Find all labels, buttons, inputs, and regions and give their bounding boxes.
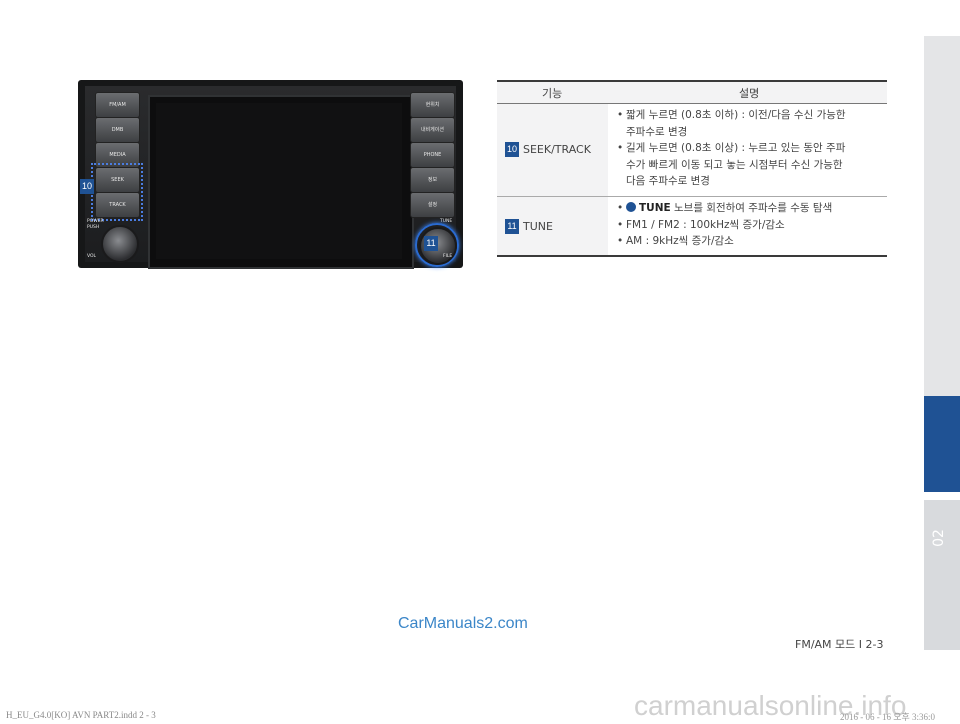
badge-10: 10 [80, 179, 94, 194]
feature-name: TUNE [523, 220, 553, 233]
list-item: FM1 / FM2 : 100kHz씩 증가/감소 [617, 217, 887, 234]
list-item: AM : 9kHz씩 증가/감소 [617, 233, 887, 250]
table-row: 11 TUNE TUNE 노브를 회전하여 주파수를 수동 탐색 FM1 / F… [497, 197, 887, 257]
feature-tune: 11 TUNE [505, 219, 553, 234]
list-item: 길게 누르면 (0.8초 이상) : 누르고 있는 동안 주파 수가 빠르게 이… [617, 140, 887, 190]
watermark: CarManuals2.com [398, 615, 528, 632]
print-file-info: H_EU_G4.0[KO] AVN PART2.indd 2 - 3 [6, 710, 156, 720]
badge-11: 11 [424, 236, 438, 251]
badge-11: 11 [505, 219, 519, 234]
head-unit-illustration: FM/AM DMB MEDIA SEEK TRACK 10 POWER PUSH… [78, 80, 463, 269]
settings-button: 설정 [410, 192, 455, 218]
dmb-button: DMB [95, 117, 140, 143]
badge-10: 10 [505, 142, 519, 157]
description-seek-track: 짧게 누르면 (0.8초 이하) : 이전/다음 수신 가능한 주파수로 변경 … [617, 107, 887, 190]
table-header: 기능 설명 [497, 80, 887, 104]
power-knob [101, 225, 139, 263]
feature-seek-track: 10 SEEK/TRACK [505, 142, 591, 157]
file-label: FILE [443, 254, 453, 259]
header-description: 설명 [739, 87, 760, 100]
tune-knob-icon [626, 202, 636, 212]
side-tab-active [924, 396, 960, 492]
navigation-button: 내비게이션 [410, 117, 455, 143]
side-tab-chapter: 02 [924, 500, 960, 650]
info-button: 정보 [410, 167, 455, 193]
side-tab-blank [924, 36, 960, 396]
list-item: TUNE 노브를 회전하여 주파수를 수동 탐색 [617, 200, 887, 217]
vol-label: VOL [87, 254, 97, 259]
list-item: 짧게 누르면 (0.8초 이하) : 이전/다음 수신 가능한 주파수로 변경 [617, 107, 887, 140]
power-label: POWER [87, 219, 104, 224]
seek-track-highlight [91, 163, 143, 221]
chapter-number: 02 [930, 529, 947, 547]
function-table: 기능 설명 10 SEEK/TRACK 짧게 누르면 (0.8초 이하) : 이… [497, 80, 887, 257]
fm-am-button: FM/AM [95, 92, 140, 118]
header-feature: 기능 [542, 87, 563, 100]
display-screen [148, 95, 414, 269]
description-tune: TUNE 노브를 회전하여 주파수를 수동 탐색 FM1 / FM2 : 100… [617, 200, 887, 250]
location-button: 현위치 [410, 92, 455, 118]
print-date: 2016 - 06 - 16 오후 3:36:0 [840, 712, 936, 722]
feature-name: SEEK/TRACK [523, 143, 591, 156]
push-label: PUSH [87, 225, 100, 230]
page-number: FM/AM 모드 I 2-3 [795, 638, 884, 651]
table-row: 10 SEEK/TRACK 짧게 누르면 (0.8초 이하) : 이전/다음 수… [497, 104, 887, 197]
phone-button: PHONE [410, 142, 455, 168]
